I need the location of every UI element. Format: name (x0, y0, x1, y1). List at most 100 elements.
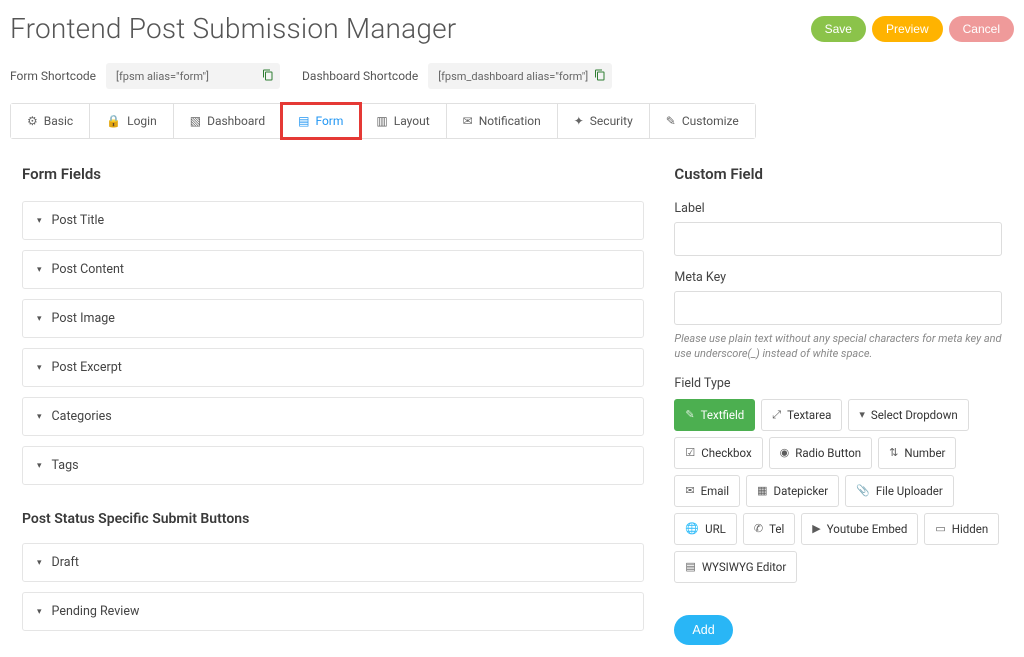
custom-field-metakey-input[interactable] (674, 291, 1002, 325)
form-field-categories[interactable]: ▾ Categories (22, 397, 644, 436)
field-type-label: Email (701, 484, 729, 498)
form-field-post-content[interactable]: ▾ Post Content (22, 250, 644, 289)
shield-icon: ✦ (574, 114, 584, 128)
accordion-label: Categories (52, 409, 112, 424)
field-type-label: Hidden (952, 522, 988, 536)
header-actions: Save Preview Cancel (811, 16, 1014, 42)
form-field-tags[interactable]: ▾Tags (22, 446, 644, 485)
field-type-hidden[interactable]: ▭ Hidden (924, 513, 999, 545)
radio-button-icon: ◉ (780, 446, 790, 459)
field-type-label: Youtube Embed (827, 522, 908, 536)
tab-customize[interactable]: ✎ Customize (650, 104, 755, 138)
form-field-post-excerpt[interactable]: ▾Post Excerpt (22, 348, 644, 387)
field-type-label: Radio Button (795, 446, 861, 460)
tab-label: Security (590, 114, 633, 128)
field-type-email[interactable]: ✉ Email (674, 475, 740, 507)
field-type-label: Checkbox (701, 446, 751, 460)
accordion-label: Post Content (52, 262, 124, 277)
field-type-url[interactable]: 🌐 URL (674, 513, 736, 545)
form-field-post-image[interactable]: ▾Post Image (22, 299, 644, 338)
mail-icon: ✉ (463, 114, 473, 128)
status-buttons-heading: Post Status Specific Submit Buttons (22, 511, 644, 527)
field-type-select-dropdown[interactable]: ▾ Select Dropdown (848, 399, 968, 431)
gear-icon: ⚙ (27, 114, 38, 128)
custom-field-label-label: Label (674, 201, 1002, 216)
datepicker-icon: ▦ (757, 484, 767, 497)
select-dropdown-icon: ▾ (859, 408, 865, 421)
field-type-textarea[interactable]: ⤢ Textarea (761, 399, 842, 431)
tab-label: Customize (682, 114, 739, 128)
tab-label: Layout (394, 114, 430, 128)
form-fields-heading: Form Fields (22, 165, 644, 183)
copy-icon[interactable] (262, 69, 274, 84)
tab-label: Login (127, 114, 157, 128)
custom-field-metakey-hint: Please use plain text without any specia… (674, 331, 1002, 362)
tab-notification[interactable]: ✉ Notification (447, 104, 558, 138)
tab-form[interactable]: ▤ Form (282, 104, 360, 138)
field-type-radio-button[interactable]: ◉ Radio Button (769, 437, 872, 469)
tab-label: Basic (44, 114, 73, 128)
tabs: ⚙ Basic 🔒 Login ▧ Dashboard ▤ Form ▥Layout ✉ Notif… (10, 103, 756, 139)
tab-security[interactable]: ✦ Security (558, 104, 650, 138)
accordion-label: Pending Review (52, 604, 140, 619)
dashboard-icon: ▧ (190, 114, 201, 128)
copy-icon[interactable] (594, 69, 606, 84)
tab-dashboard[interactable]: ▧ Dashboard (174, 104, 282, 138)
custom-field-metakey-label: Meta Key (674, 270, 1002, 285)
chevron-down-icon: ▾ (37, 314, 42, 324)
dashboard-shortcode-field[interactable]: [fpsm_dashboard alias="form"] (428, 63, 612, 89)
custom-field-type-label: Field Type (674, 376, 1002, 391)
field-type-label: File Uploader (876, 484, 943, 498)
form-shortcode-field[interactable]: [fpsm alias="form"] (106, 63, 280, 89)
youtube-embed-icon: ▶ (812, 522, 820, 535)
checkbox-icon: ☑ (685, 446, 695, 459)
cancel-button[interactable]: Cancel (949, 16, 1014, 42)
chevron-down-icon: ▾ (37, 363, 42, 373)
accordion-label: Post Title (52, 213, 105, 228)
field-type-label: Select Dropdown (871, 408, 958, 422)
number-icon: ⇅ (889, 446, 898, 459)
tab-label: Dashboard (207, 114, 265, 128)
field-type-tel[interactable]: ✆ Tel (743, 513, 795, 545)
lock-icon: 🔒 (106, 114, 121, 128)
form-field-post-title[interactable]: ▾ Post Title (22, 201, 644, 240)
page-title: Frontend Post Submission Manager (10, 12, 456, 45)
field-type-wysiwyg-editor[interactable]: ▤WYSIWYG Editor (674, 551, 797, 583)
tab-basic[interactable]: ⚙ Basic (11, 104, 90, 138)
form-icon: ▤ (298, 114, 309, 128)
file-uploader-icon: 📎 (856, 484, 870, 497)
field-type-datepicker[interactable]: ▦ Datepicker (746, 475, 839, 507)
tab-label: Notification (479, 114, 541, 128)
chevron-down-icon: ▾ (37, 607, 42, 617)
field-type-textfield[interactable]: ✎Textfield (674, 399, 755, 431)
tab-layout[interactable]: ▥Layout (360, 104, 446, 138)
custom-field-label-input[interactable] (674, 222, 1002, 256)
preview-button[interactable]: Preview (872, 16, 943, 42)
field-type-label: Tel (769, 522, 784, 536)
hidden-icon: ▭ (935, 522, 945, 535)
tab-label: Form (315, 114, 343, 128)
save-button[interactable]: Save (811, 16, 866, 42)
field-type-file-uploader[interactable]: 📎 File Uploader (845, 475, 954, 507)
url-icon: 🌐 (685, 522, 699, 535)
field-type-youtube-embed[interactable]: ▶ Youtube Embed (801, 513, 918, 545)
chevron-down-icon: ▾ (37, 265, 42, 275)
status-button-pending-review[interactable]: ▾ Pending Review (22, 592, 644, 631)
add-button[interactable]: Add (674, 615, 732, 645)
brush-icon: ✎ (666, 114, 676, 128)
dashboard-shortcode-label: Dashboard Shortcode (302, 69, 418, 83)
chevron-down-icon: ▾ (37, 412, 42, 422)
chevron-down-icon: ▾ (37, 216, 42, 226)
field-type-label: Datepicker (774, 484, 829, 498)
tel-icon: ✆ (754, 522, 763, 535)
email-icon: ✉ (685, 484, 694, 497)
custom-field-heading: Custom Field (674, 165, 1002, 183)
field-type-label: Textarea (787, 408, 831, 422)
field-type-checkbox[interactable]: ☑ Checkbox (674, 437, 762, 469)
textarea-icon: ⤢ (772, 408, 781, 422)
tab-login[interactable]: 🔒 Login (90, 104, 174, 138)
form-shortcode-value: [fpsm alias="form"] (116, 70, 256, 83)
field-type-number[interactable]: ⇅Number (878, 437, 956, 469)
field-type-label: Textfield (701, 408, 745, 422)
field-type-label: URL (705, 522, 726, 536)
